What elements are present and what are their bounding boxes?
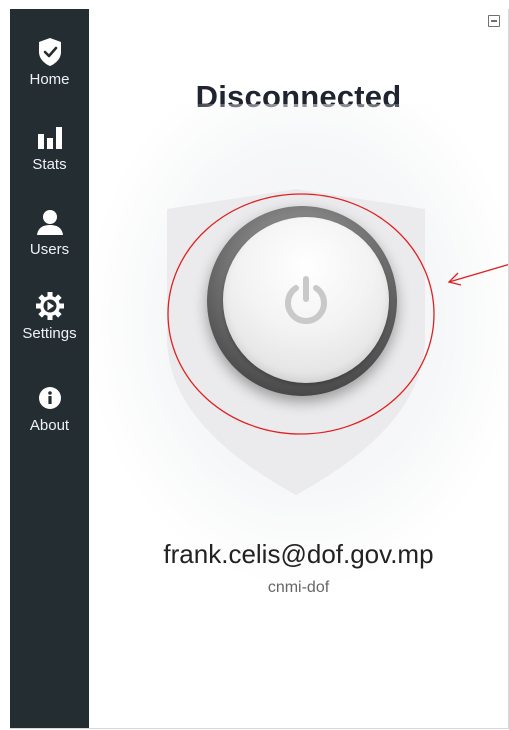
shield-check-icon xyxy=(37,37,63,67)
gear-icon xyxy=(35,291,65,321)
sidebar-item-settings[interactable]: Settings xyxy=(10,291,89,365)
sidebar: Home Stats Users Settings About xyxy=(10,9,89,728)
power-button[interactable] xyxy=(223,217,389,383)
sidebar-item-stats[interactable]: Stats xyxy=(10,122,89,196)
sidebar-item-label: Users xyxy=(29,241,70,258)
sidebar-item-label: Stats xyxy=(32,156,67,173)
bar-chart-icon xyxy=(36,122,64,152)
sidebar-item-label: Settings xyxy=(22,325,77,342)
user-domain: cnmi-dof xyxy=(267,579,330,596)
power-icon xyxy=(285,276,327,324)
sidebar-item-about[interactable]: About xyxy=(10,383,89,457)
sidebar-item-users[interactable]: Users xyxy=(10,207,89,281)
vpn-client-window: Home Stats Users Settings About Disconne… xyxy=(10,9,509,729)
sidebar-item-label: Home xyxy=(29,71,70,88)
sidebar-item-label: About xyxy=(29,417,70,434)
sidebar-item-home[interactable]: Home xyxy=(10,37,89,111)
user-icon xyxy=(36,207,64,237)
user-email: frank.celis@dof.gov.mp xyxy=(163,539,434,569)
main-panel: Disconnected frank.celis@dof.gov.mp cnmi… xyxy=(89,9,508,728)
info-icon xyxy=(38,383,62,413)
